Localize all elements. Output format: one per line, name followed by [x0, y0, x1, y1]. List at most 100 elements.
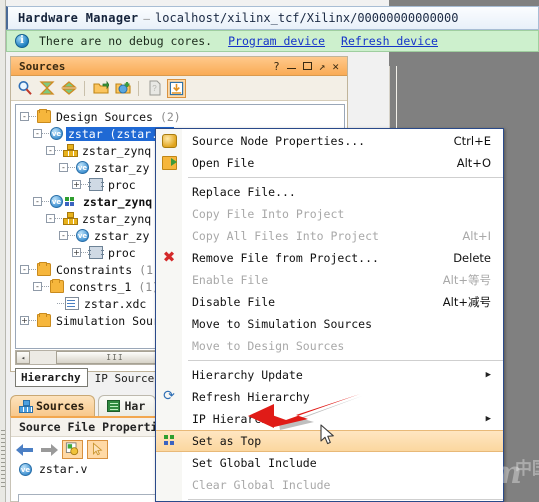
menu-item[interactable]: Replace File...: [156, 181, 503, 203]
ve-icon: ve: [50, 127, 63, 140]
tree-connector: [29, 269, 36, 270]
hardware-target-path: localhost/xilinx_tcf/Xilinx/000000000000…: [155, 11, 459, 25]
scroll-left-arrow[interactable]: ◂: [16, 351, 30, 364]
tab-sources[interactable]: Sources: [10, 395, 96, 416]
menu-item[interactable]: Set Global Include: [156, 452, 503, 474]
close-icon[interactable]: ✕: [332, 61, 339, 72]
expand-toggle-icon[interactable]: +: [72, 180, 81, 189]
submenu-arrow-icon: ▶: [485, 414, 491, 424]
menu-item[interactable]: Disable File Alt+减号: [156, 291, 503, 313]
menu-item[interactable]: ✖ Remove File from Project... Delete: [156, 247, 503, 269]
expand-toggle-icon[interactable]: +: [72, 248, 81, 257]
menu-item-label: Copy All Files Into Project: [192, 229, 379, 243]
menu-item-label: Enable File: [192, 273, 269, 287]
tree-connector: [68, 235, 75, 236]
sources-panel-title: Sources: [19, 59, 66, 73]
hier-icon: [63, 212, 78, 225]
help-icon[interactable]: ?: [273, 61, 280, 72]
back-arrow-icon[interactable]: [16, 441, 35, 458]
create-ip-icon[interactable]: [113, 79, 132, 98]
hier-icon: [63, 144, 78, 157]
tree-connector: [42, 201, 49, 202]
minimize-icon[interactable]: [286, 63, 296, 69]
xdc-icon: [65, 297, 79, 310]
collapse-toggle-icon[interactable]: -: [33, 197, 42, 206]
tree-connector: [57, 303, 64, 304]
maximize-icon[interactable]: [302, 62, 312, 70]
tree-connector: [81, 184, 88, 185]
menu-separator: [188, 177, 503, 178]
float-icon[interactable]: ↗: [319, 61, 326, 72]
open-file-icon: [156, 152, 182, 174]
collapse-toggle-icon[interactable]: -: [46, 146, 55, 155]
tree-node-label: proc: [108, 245, 136, 260]
menu-item-label: Hierarchy Update: [192, 368, 303, 382]
menu-item[interactable]: Move to Simulation Sources: [156, 313, 503, 335]
refresh-hierarchy-icon: ⟳: [163, 388, 175, 404]
info-bar: i There are no debug cores. Program devi…: [6, 30, 539, 52]
menu-item-icon-slot: [156, 225, 182, 247]
collapse-toggle-icon[interactable]: -: [33, 282, 42, 291]
collapse-toggle-icon[interactable]: -: [20, 112, 29, 121]
menu-item: Clear Global Include: [156, 474, 503, 496]
program-device-link[interactable]: Program device: [228, 34, 325, 48]
menu-item-shortcut: Ctrl+E: [453, 134, 491, 148]
menu-item-icon-slot: [156, 452, 182, 474]
report-icon[interactable]: ?: [145, 79, 164, 98]
collapse-toggle-icon[interactable]: -: [59, 163, 68, 172]
folder-icon: [37, 262, 51, 276]
properties-icon[interactable]: [62, 439, 83, 459]
tree-node[interactable]: - Design Sources (2): [20, 108, 344, 125]
tree-node-label: zstar_zy: [94, 228, 150, 243]
gutter-grip[interactable]: [1, 430, 5, 490]
menu-item-icon-slot: [156, 474, 182, 496]
menu-item-label: Disable File: [192, 295, 276, 309]
tree-node-label: proc: [108, 177, 136, 192]
tree-connector: [42, 133, 49, 134]
menu-item: Copy File Into Project: [156, 203, 503, 225]
refresh-device-link[interactable]: Refresh device: [341, 34, 438, 48]
menu-item[interactable]: Open File Alt+O: [156, 152, 503, 174]
menu-item-icon-slot: [156, 313, 182, 335]
menu-item-label: Set as Top: [192, 434, 262, 448]
collapse-toggle-icon[interactable]: -: [59, 231, 68, 240]
menu-item-icon-slot: [156, 408, 182, 430]
tab-hardware[interactable]: Har: [98, 395, 157, 416]
menu-item-icon-slot: [156, 203, 182, 225]
top-module-icon: [64, 195, 78, 208]
menu-item-shortcut: Alt+等号: [442, 273, 491, 287]
tree-node-label: zstar_zynq: [82, 211, 152, 226]
menu-item-shortcut: Delete: [453, 251, 491, 265]
collapse-toggle-icon[interactable]: -: [46, 214, 55, 223]
collapse-all-icon[interactable]: [37, 79, 56, 98]
tree-connector: [55, 150, 62, 151]
menu-item-label: Set Global Include: [192, 456, 317, 470]
tab-hierarchy[interactable]: Hierarchy: [15, 368, 88, 387]
menu-item-label: Open File: [192, 156, 255, 170]
tab-hardware-label: Har: [124, 399, 146, 413]
show-hierarchy-icon[interactable]: [167, 78, 186, 98]
source-file-name: zstar.v: [39, 462, 88, 476]
forward-arrow-icon[interactable]: [39, 441, 58, 458]
tree-node-label: zstar_zynq: [83, 194, 153, 209]
expand-toggle-icon[interactable]: +: [20, 316, 29, 325]
expand-all-icon[interactable]: [59, 79, 78, 98]
menu-item[interactable]: Hierarchy Update ▶: [156, 364, 503, 386]
search-icon[interactable]: [15, 79, 34, 98]
select-pointer-icon[interactable]: [87, 439, 108, 459]
info-icon: i: [15, 34, 29, 48]
add-sources-icon[interactable]: [91, 79, 110, 98]
collapse-toggle-icon[interactable]: -: [33, 129, 42, 138]
ve-icon: ve: [76, 229, 89, 242]
tree-connector: [29, 116, 36, 117]
ve-icon: ve: [50, 195, 63, 208]
menu-item-label: Move to Design Sources: [192, 339, 345, 353]
set-as-top-icon: [156, 430, 182, 452]
menu-item[interactable]: Source Node Properties... Ctrl+E: [156, 130, 503, 152]
tree-node-label: constrs_1: [69, 279, 132, 294]
menu-item-icon-slot: [156, 364, 182, 386]
collapse-toggle-icon[interactable]: -: [20, 265, 29, 274]
hardware-icon: [107, 400, 121, 412]
title-separator: –: [143, 11, 151, 25]
tree-node-label: Constraints: [56, 262, 133, 277]
